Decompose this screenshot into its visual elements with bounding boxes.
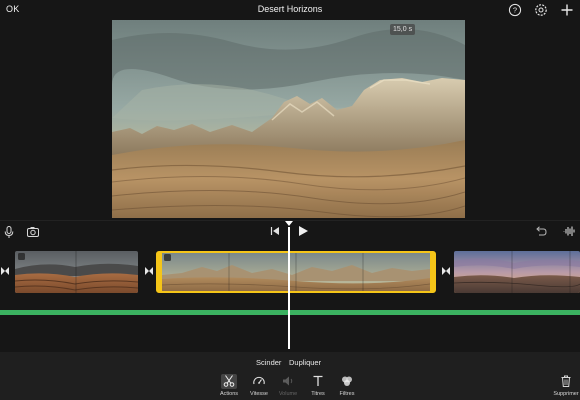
audio-track[interactable]	[0, 310, 580, 315]
speed-tab[interactable]: Vitesse	[244, 374, 274, 400]
filters-tab[interactable]: Filtres	[332, 374, 362, 400]
speaker-icon	[283, 376, 293, 386]
bottom-toolbar: Scinder Dupliquer Actions Vitesse Volume…	[0, 352, 580, 400]
clip-thumbnail	[15, 251, 138, 293]
clip-desert-horizons[interactable]	[156, 251, 436, 293]
titles-tab[interactable]: Titres	[303, 374, 333, 400]
top-bar: OK Desert Horizons ?	[0, 0, 580, 20]
delete-label: Supprimer	[553, 391, 579, 397]
project-title: Desert Horizons	[257, 4, 323, 14]
svg-text:?: ?	[513, 6, 517, 15]
preview-frame-image	[112, 20, 465, 218]
trash-icon	[561, 375, 571, 387]
audio-waveform-icon[interactable]	[562, 224, 576, 238]
play-icon[interactable]	[296, 224, 310, 238]
microphone-icon[interactable]	[2, 225, 16, 239]
split-button[interactable]: Scinder	[256, 358, 281, 367]
delete-button[interactable]: Supprimer	[552, 374, 580, 400]
speed-label: Vitesse	[250, 391, 268, 397]
filters-icon	[342, 376, 352, 386]
transition-icon[interactable]	[441, 266, 451, 276]
duplicate-button[interactable]: Dupliquer	[289, 358, 321, 367]
clip-canyon[interactable]	[15, 251, 138, 293]
filters-label: Filtres	[339, 391, 355, 397]
skip-to-start-icon[interactable]	[268, 224, 282, 238]
scissors-icon	[223, 375, 235, 387]
volume-tab[interactable]: Volume	[273, 374, 303, 400]
actions-tab[interactable]: Actions	[214, 374, 244, 400]
timeline[interactable]	[0, 220, 580, 352]
actions-label: Actions	[219, 391, 239, 397]
playhead[interactable]	[288, 227, 290, 349]
transition-icon[interactable]	[144, 266, 154, 276]
text-icon	[313, 375, 323, 386]
video-viewer[interactable]: 15,0 s	[112, 20, 465, 218]
timecode-label: 15,0 s	[390, 24, 416, 35]
add-icon[interactable]	[560, 3, 574, 17]
settings-icon[interactable]	[534, 3, 548, 17]
camera-icon[interactable]	[26, 225, 40, 239]
speedometer-icon	[253, 376, 265, 385]
volume-label: Volume	[278, 391, 298, 397]
help-icon[interactable]: ?	[508, 3, 522, 17]
undo-icon[interactable]	[534, 224, 548, 238]
preview-area: 15,0 s	[0, 20, 580, 220]
clip-thumbnail	[454, 251, 580, 293]
clip-sunset[interactable]	[454, 251, 580, 293]
clip-thumbnail	[162, 253, 430, 291]
playhead-handle[interactable]	[285, 221, 293, 226]
titles-label: Titres	[311, 391, 325, 397]
transition-icon[interactable]	[0, 266, 10, 276]
